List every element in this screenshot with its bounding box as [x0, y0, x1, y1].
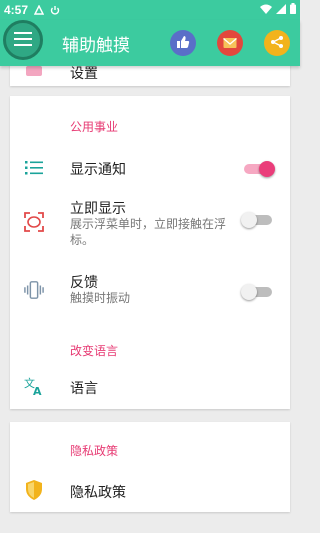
- privacy-label: 隐私政策: [70, 485, 126, 501]
- show-immediately-row[interactable]: 立即显示 展示浮菜单时，立即接触在浮标。: [10, 194, 290, 256]
- show-notification-label: 显示通知: [70, 162, 126, 178]
- privacy-card: 隐私政策 隐私政策: [10, 422, 290, 512]
- thumbs-up-icon: [176, 34, 190, 53]
- language-row[interactable]: 文 A 语言: [10, 366, 290, 408]
- feedback-description: 触摸时振动: [70, 291, 131, 305]
- mail-icon: [223, 34, 237, 53]
- language-label: 语言: [70, 381, 98, 397]
- language-section-title: 改变语言: [70, 344, 119, 358]
- list-icon: [24, 158, 44, 178]
- share-button[interactable]: [264, 30, 290, 56]
- status-bar: 4:57: [0, 0, 300, 20]
- utility-card: 公用事业 显示通知 立即显示 展示浮菜单时，立即接触在浮标。 反馈 触摸时振动 …: [10, 96, 290, 409]
- status-time: 4:57: [4, 3, 29, 17]
- hamburger-icon: [14, 31, 32, 50]
- show-immediately-description: 展示浮菜单时，立即接触在浮标。: [70, 217, 227, 247]
- feedback-row[interactable]: 反馈 触摸时振动: [10, 268, 290, 318]
- translate-icon: 文 A: [24, 376, 44, 396]
- show-notification-row[interactable]: 显示通知: [10, 144, 290, 194]
- show-immediately-toggle[interactable]: [240, 209, 276, 231]
- privacy-section-title: 隐私政策: [70, 444, 119, 458]
- feedback-toggle[interactable]: [240, 281, 276, 303]
- signal-icon: [276, 3, 286, 17]
- like-button[interactable]: [170, 30, 196, 56]
- battery-icon: [290, 3, 296, 17]
- wifi-icon: [260, 3, 272, 17]
- feedback-label: 反馈: [70, 275, 98, 291]
- settings-row-icon: [24, 66, 44, 86]
- settings-content: 设置 公用事业 显示通知 立即显示 展示浮菜单时，立即接触在浮标。 反馈 触摸时…: [0, 66, 300, 533]
- app-title: 辅助触摸: [62, 36, 130, 56]
- settings-card-top: 设置: [10, 66, 290, 86]
- power-icon: [50, 5, 60, 15]
- menu-button[interactable]: [3, 20, 43, 60]
- share-icon: [270, 34, 284, 53]
- svg-text:A: A: [33, 385, 42, 396]
- notification-a-icon: [34, 5, 45, 15]
- utility-section-title: 公用事业: [70, 120, 119, 134]
- show-immediately-label: 立即显示: [70, 201, 126, 217]
- vibration-icon: [24, 280, 44, 300]
- settings-row[interactable]: 设置: [10, 66, 290, 86]
- privacy-row[interactable]: 隐私政策: [10, 470, 290, 512]
- feedback-mail-button[interactable]: [217, 30, 243, 56]
- settings-row-label: 设置: [70, 66, 98, 82]
- app-bar: 辅助触摸: [0, 20, 300, 66]
- show-notification-toggle[interactable]: [240, 158, 276, 180]
- shield-icon: [24, 480, 44, 500]
- fullscreen-frame-icon: [24, 212, 44, 232]
